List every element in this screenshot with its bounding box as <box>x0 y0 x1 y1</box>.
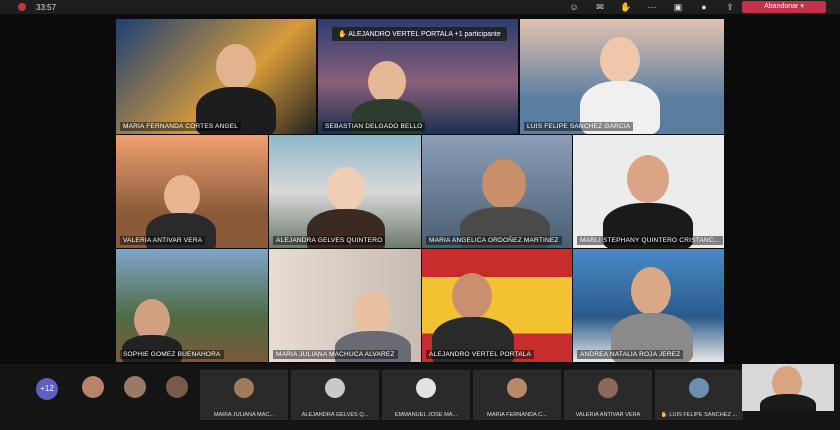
participant-name: LUIS FELIPE SANCHEZ GARCIA <box>524 122 634 131</box>
participant-name: ALEJANDRA GELVES QUINTERO <box>273 236 386 245</box>
participant-name: MARLI STEPHANY QUINTERO CRISTANC... <box>577 236 723 245</box>
participant-name: VALERIA ANTIVAR VERA <box>575 412 641 418</box>
participant-thumb[interactable]: ✋ LUIS FELIPE SANCHEZ ... <box>655 370 743 420</box>
participants-icon[interactable]: ☺ <box>568 2 580 12</box>
camera-icon[interactable]: ▣ <box>672 2 684 12</box>
spotlight-raised-hand-tag: ✋ ALEJANDRO VERTEL PORTALA +1 participan… <box>332 27 507 41</box>
participant-name: ALEJANDRA GELVES Q... <box>301 412 369 418</box>
meeting-toolbar: 33:57 ☺ ✉ ✋ ⋯ ▣ ● ⇪ Abandonar ▾ <box>0 0 840 14</box>
leave-button[interactable]: Abandonar ▾ <box>742 1 826 13</box>
participant-name: ALEJANDRO VERTEL PORTALA <box>426 350 535 359</box>
self-view-video[interactable] <box>742 364 834 411</box>
avatar <box>234 378 254 398</box>
avatar <box>689 378 709 398</box>
raise-hand-icon[interactable]: ✋ <box>620 2 632 12</box>
video-tile[interactable]: ALEJANDRO VERTEL PORTALA <box>422 249 572 362</box>
participant-thumb[interactable]: EMMANUEL JOSE MA... <box>382 370 470 420</box>
participant-name: EMMANUEL JOSE MA... <box>394 412 458 418</box>
share-icon[interactable]: ⇪ <box>724 2 736 12</box>
participant-name: ✋ LUIS FELIPE SANCHEZ ... <box>660 412 738 418</box>
avatar <box>416 378 436 398</box>
participant-name: MARIA JULIANA MAC... <box>213 412 275 418</box>
participant-name: MARIA JULIANA MACHUCA ALVAREZ <box>273 350 398 359</box>
microphone-icon[interactable]: ● <box>698 2 710 12</box>
avatar <box>598 378 618 398</box>
participant-name: ANDREA NATALIA ROJA JEREZ <box>577 350 684 359</box>
avatar[interactable] <box>124 376 146 398</box>
avatar <box>325 378 345 398</box>
video-tile[interactable]: ANDREA NATALIA ROJA JEREZ <box>573 249 724 362</box>
participant-thumb[interactable]: MARIA FERNANDA C... <box>473 370 561 420</box>
participant-name: MARIA FERNANDA CORTES ANGEL <box>120 122 242 131</box>
avatar[interactable] <box>82 376 104 398</box>
meeting-timer: 33:57 <box>36 2 57 12</box>
video-tile[interactable]: VALERIA ANTIVAR VERA <box>116 135 268 248</box>
participant-name: SEBASTIAN DELGADO BELLO <box>322 122 426 131</box>
participant-thumb[interactable]: MARIA JULIANA MAC... <box>200 370 288 420</box>
video-tile[interactable]: MARIA ANGELICA ORDOÑEZ MARTINEZ <box>422 135 572 248</box>
participant-thumb[interactable]: VALERIA ANTIVAR VERA <box>564 370 652 420</box>
more-icon[interactable]: ⋯ <box>646 2 658 12</box>
video-tile[interactable]: SOPHIE GOMEZ BUENAHORA <box>116 249 268 362</box>
chat-icon[interactable]: ✉ <box>594 2 606 12</box>
video-tile[interactable]: ✋ ALEJANDRO VERTEL PORTALA +1 participan… <box>318 19 518 134</box>
video-tile[interactable]: MARIA JULIANA MACHUCA ALVAREZ <box>269 249 421 362</box>
participant-name: SOPHIE GOMEZ BUENAHORA <box>120 350 224 359</box>
video-grid: MARIA FERNANDA CORTES ANGEL ✋ ALEJANDRO … <box>0 14 840 364</box>
video-tile[interactable]: MARIA FERNANDA CORTES ANGEL <box>116 19 316 134</box>
video-tile[interactable]: MARLI STEPHANY QUINTERO CRISTANC... <box>573 135 724 248</box>
video-tile[interactable]: ALEJANDRA GELVES QUINTERO <box>269 135 421 248</box>
participant-name: MARIA FERNANDA C... <box>487 412 547 418</box>
participant-name: VALERIA ANTIVAR VERA <box>120 236 206 245</box>
participant-strip: +12 MARIA JULIANA MAC... ALEJANDRA GELVE… <box>0 364 840 430</box>
participant-name: MARIA ANGELICA ORDOÑEZ MARTINEZ <box>426 236 562 245</box>
avatar[interactable] <box>166 376 188 398</box>
participant-thumb[interactable]: ALEJANDRA GELVES Q... <box>291 370 379 420</box>
raised-hands-counter[interactable]: +12 <box>36 378 58 400</box>
avatar <box>507 378 527 398</box>
video-tile[interactable]: LUIS FELIPE SANCHEZ GARCIA <box>520 19 724 134</box>
recording-indicator-icon <box>18 3 26 11</box>
